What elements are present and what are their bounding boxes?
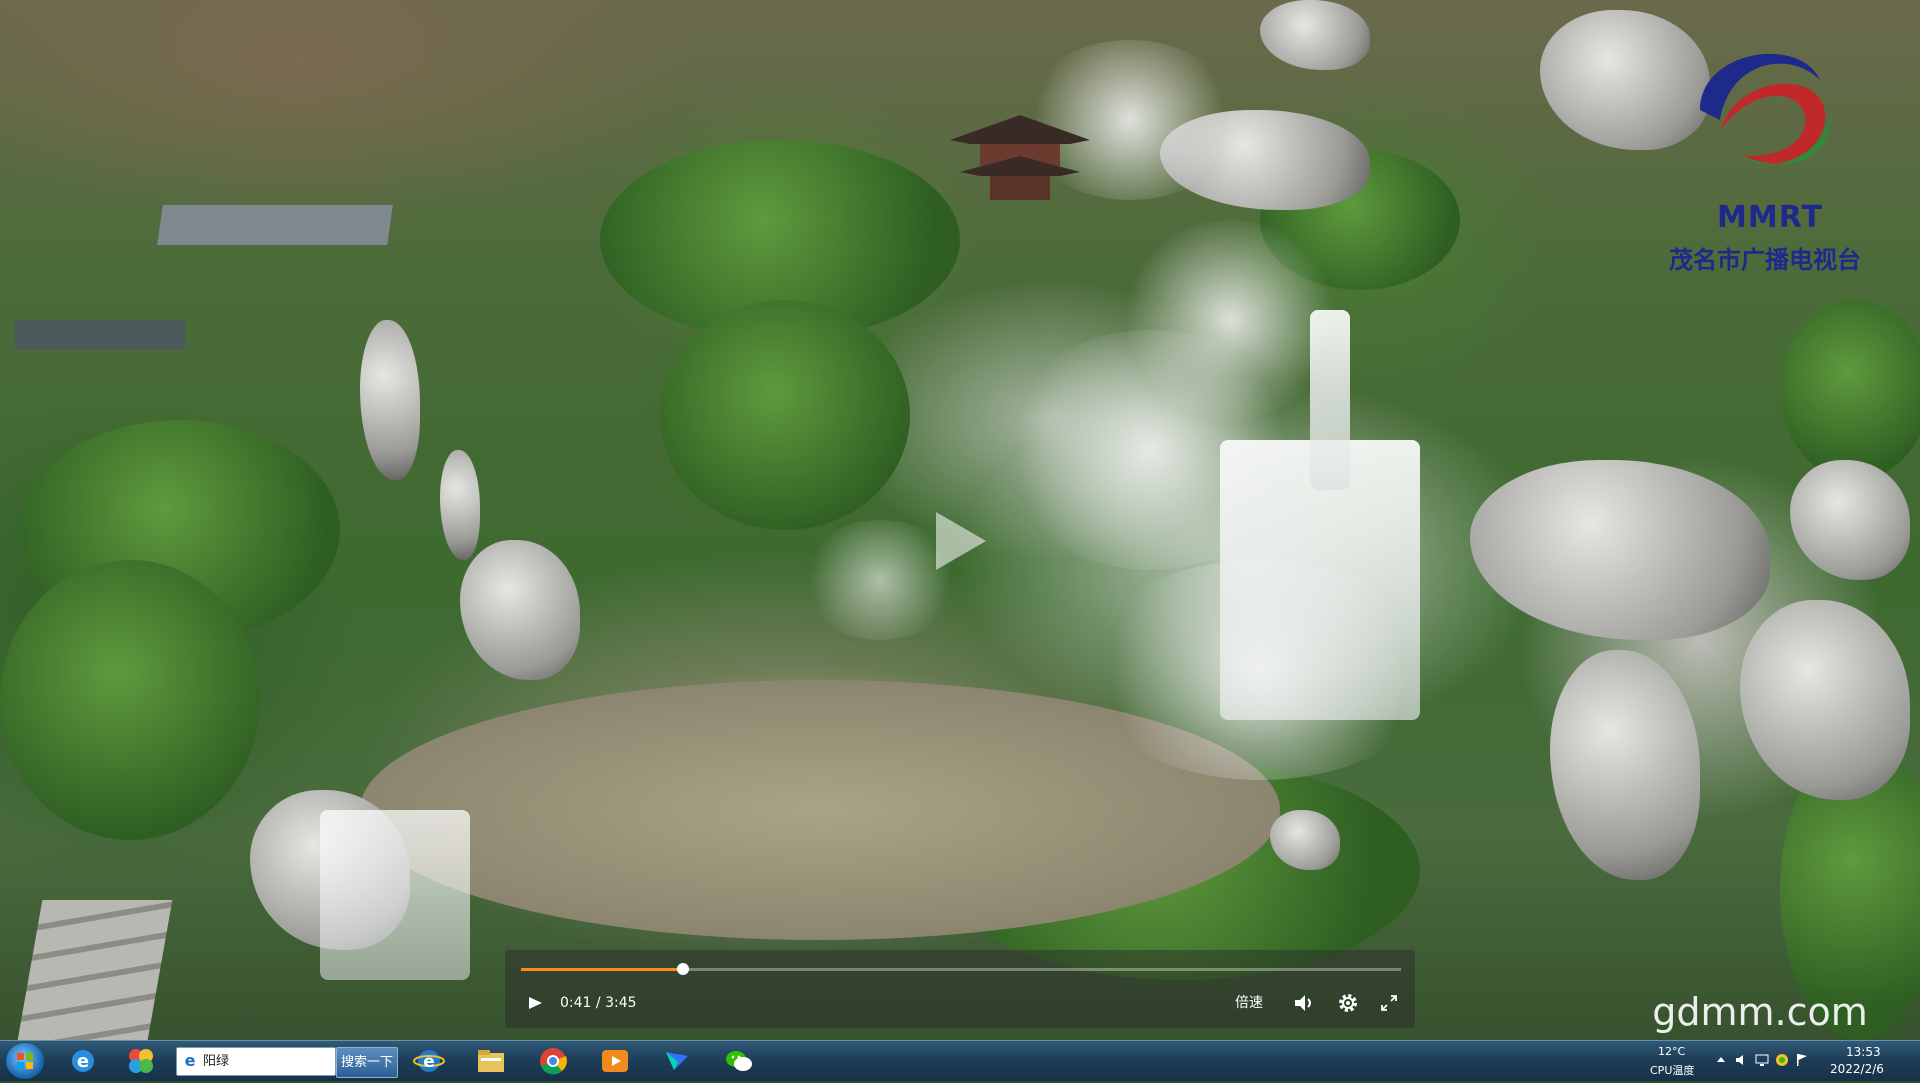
svg-text:e: e	[77, 1051, 89, 1072]
mmrt-logo-icon	[1700, 53, 1831, 165]
clock-time[interactable]: 13:53	[1846, 1045, 1881, 1059]
address-bar[interactable]: e 阳绿	[176, 1047, 336, 1076]
fullscreen-icon[interactable]	[1377, 990, 1401, 1016]
colorful-app-icon[interactable]	[124, 1044, 158, 1078]
logo-brand: MMRT	[1717, 200, 1823, 235]
rockery	[1470, 460, 1770, 640]
rockery	[1790, 460, 1910, 580]
site-watermark: gdmm.com	[1652, 990, 1868, 1034]
current-time: 0:41	[560, 995, 592, 1011]
duration: 3:45	[605, 995, 637, 1011]
stone-steps	[17, 900, 173, 1040]
file-explorer-icon[interactable]	[474, 1044, 508, 1078]
rockery	[1550, 650, 1700, 880]
ie-search-icon: e	[184, 1051, 196, 1070]
system-tray: 12°C CPU温度 13:53 2022/2/6	[1650, 1041, 1920, 1081]
app-tray-icon[interactable]	[1774, 1052, 1790, 1068]
start-button-windows-icon[interactable]	[6, 1043, 44, 1079]
shelter-roof	[15, 320, 185, 350]
chrome-icon[interactable]	[536, 1044, 570, 1078]
mist	[1080, 560, 1440, 780]
video-player[interactable]: MMRT 茂名市广播电视台 gdmm.com 0:41 / 3:45 倍速	[0, 0, 1920, 1040]
clock-date[interactable]: 2022/2/6	[1830, 1062, 1884, 1076]
network-icon[interactable]	[1754, 1052, 1770, 1068]
search-button[interactable]: 搜索一下	[336, 1047, 398, 1078]
settings-gear-icon[interactable]	[1335, 990, 1361, 1016]
pagoda	[950, 115, 1090, 200]
progress-bar[interactable]	[521, 963, 1401, 975]
action-center-flag-icon[interactable]	[1794, 1052, 1810, 1068]
logo-subtitle: 茂名市广播电视台	[1669, 245, 1861, 274]
tree-canopy	[660, 300, 910, 530]
stone-tablet	[460, 540, 580, 680]
tree-canopy	[1780, 300, 1920, 480]
wechat-icon[interactable]	[722, 1044, 756, 1078]
pavilion-roof	[157, 205, 393, 245]
time-separator: /	[591, 995, 606, 1011]
play-button-icon[interactable]	[523, 990, 547, 1016]
progress-thumb[interactable]	[676, 963, 689, 975]
cpu-temp-label[interactable]: CPU温度	[1650, 1062, 1694, 1078]
video-player-icon[interactable]	[598, 1044, 632, 1078]
address-text: 阳绿	[203, 1054, 230, 1069]
center-play-icon[interactable]	[930, 508, 990, 574]
weather-temp[interactable]: 12°C	[1658, 1045, 1685, 1058]
rockery	[440, 450, 480, 560]
ie-icon[interactable]: e	[66, 1044, 100, 1078]
waterfall	[320, 810, 470, 980]
rockery	[1740, 600, 1910, 800]
rockery	[1260, 0, 1370, 70]
player-controls: 0:41 / 3:45 倍速	[505, 950, 1415, 1028]
taskbar: e e 阳绿 搜索一下 e 12°C CPU温度 13:53 2022/2/6	[0, 1040, 1920, 1081]
feishu-icon[interactable]	[660, 1044, 694, 1078]
speed-button[interactable]: 倍速	[1235, 990, 1263, 1016]
progress-fill	[521, 968, 683, 971]
ie-browser-icon[interactable]: e	[412, 1044, 446, 1078]
tray-expand-icon[interactable]	[1714, 1053, 1728, 1067]
svg-text:e: e	[423, 1052, 435, 1072]
tree-canopy	[0, 560, 260, 840]
rockery	[360, 320, 420, 480]
mist	[1120, 220, 1340, 420]
volume-tray-icon[interactable]	[1734, 1052, 1750, 1068]
volume-icon[interactable]	[1291, 990, 1317, 1016]
time-display: 0:41 / 3:45	[560, 990, 637, 1016]
